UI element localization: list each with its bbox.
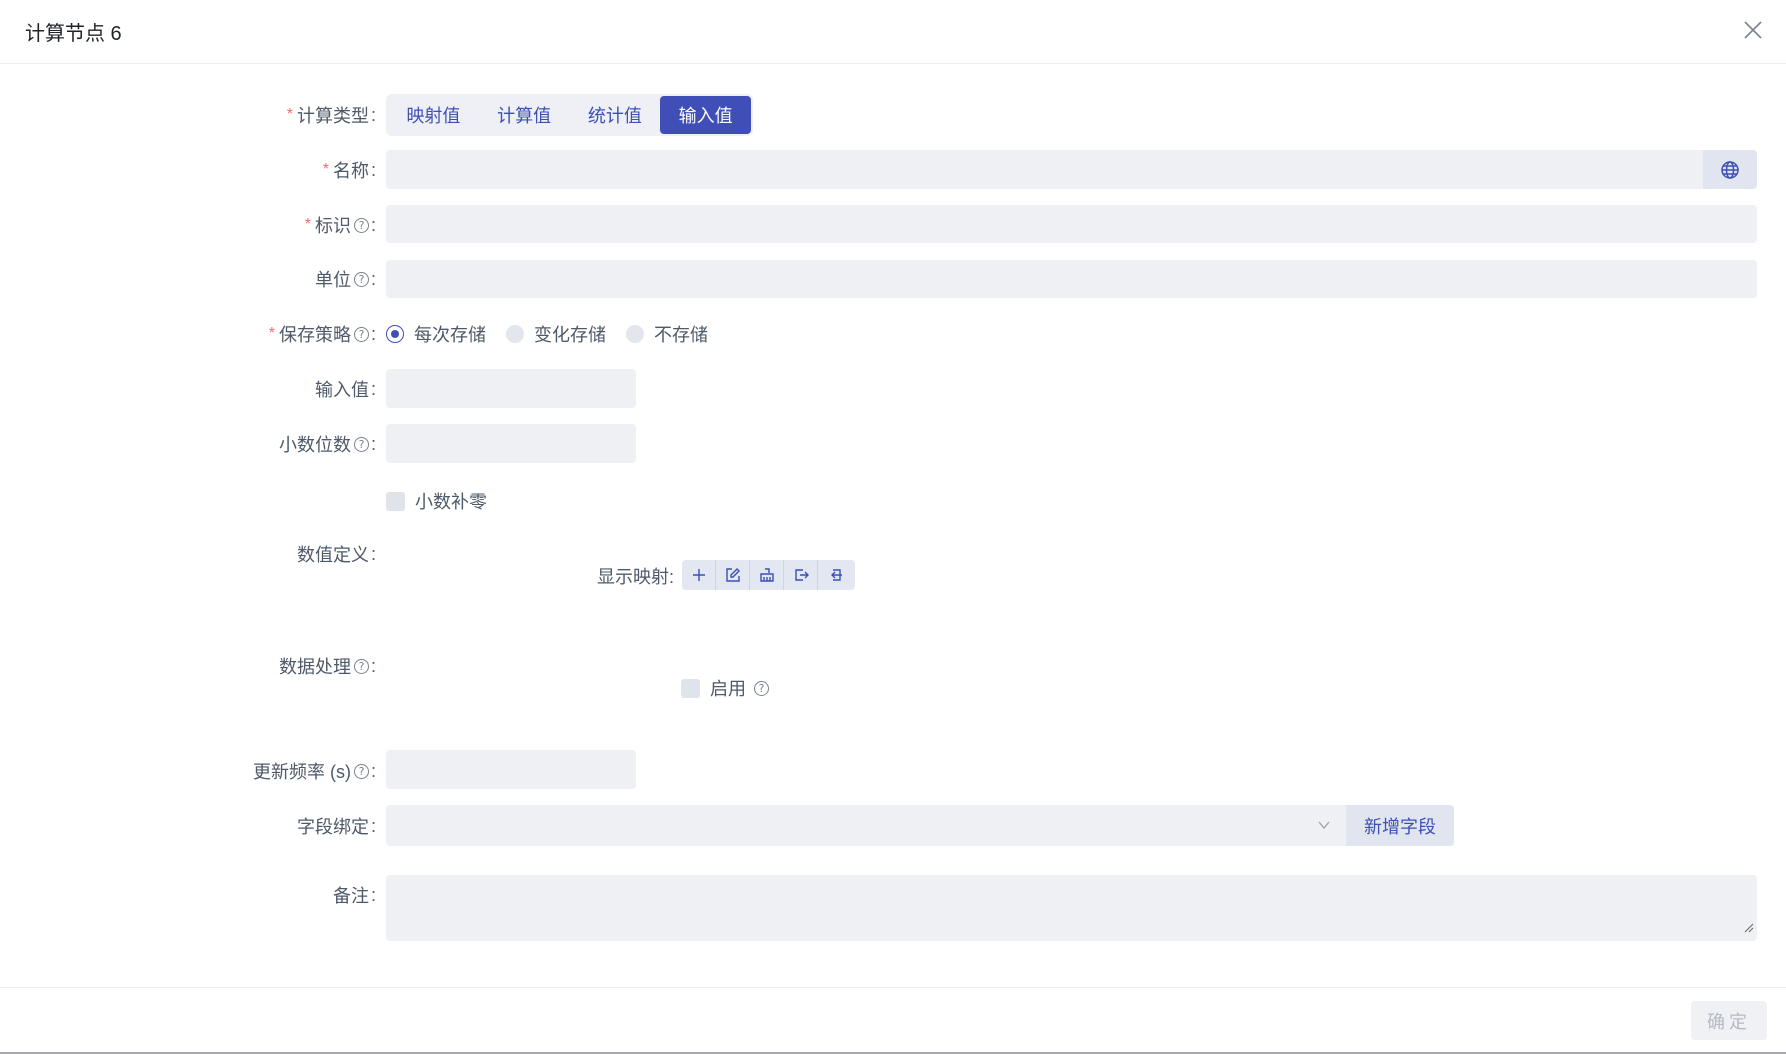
calc-type-segmented: 映射值 计算值 统计值 输入值 [386, 94, 753, 136]
help-icon[interactable]: ? [353, 658, 369, 674]
help-icon[interactable]: ? [754, 680, 769, 696]
help-icon[interactable]: ? [353, 436, 369, 452]
resize-handle-icon[interactable] [1744, 918, 1754, 938]
update-rate-input[interactable] [386, 750, 636, 789]
field-binding-label: 字段绑定: [296, 815, 376, 838]
add-field-button[interactable]: 新增字段 [1346, 805, 1454, 846]
import-icon[interactable] [818, 560, 852, 590]
value-def-label: 数值定义: [296, 543, 376, 566]
remark-label: 备注: [332, 884, 376, 907]
clear-icon[interactable] [750, 560, 784, 590]
help-icon[interactable]: ? [353, 326, 369, 342]
unit-label: 单位?: [314, 268, 376, 291]
calc-type-mapping[interactable]: 映射值 [388, 96, 479, 134]
edit-icon[interactable] [716, 560, 750, 590]
save-strategy-label: * 保存策略?: [268, 323, 376, 346]
save-strategy-radios: 每次存储 变化存储 不存储 [386, 322, 728, 346]
identifier-input[interactable] [386, 205, 1757, 243]
radio-on-change[interactable]: 变化存储 [506, 321, 606, 347]
radio-no-store[interactable]: 不存储 [626, 321, 708, 347]
chevron-down-icon [1316, 817, 1332, 838]
help-icon[interactable]: ? [353, 271, 369, 287]
help-icon[interactable]: ? [353, 217, 369, 233]
dialog-title: 计算节点 6 [25, 23, 122, 45]
field-binding-select[interactable] [386, 805, 1346, 846]
calc-type-input[interactable]: 输入值 [660, 96, 751, 134]
close-icon[interactable] [1741, 18, 1765, 42]
plus-icon[interactable] [682, 560, 716, 590]
calc-type-calculated[interactable]: 计算值 [479, 96, 570, 134]
calc-type-label: * 计算类型: [286, 104, 376, 127]
identifier-label: * 标识?: [304, 214, 376, 237]
name-label: * 名称: [322, 159, 376, 182]
input-value-input[interactable] [386, 369, 636, 408]
calc-type-statistic[interactable]: 统计值 [570, 96, 661, 134]
decimal-pad-checkbox[interactable]: 小数补零 [386, 488, 487, 514]
confirm-button[interactable]: 确定 [1691, 1001, 1767, 1040]
help-icon[interactable]: ? [353, 763, 369, 779]
unit-input[interactable] [386, 260, 1757, 298]
data-processing-label: 数据处理?: [278, 655, 376, 678]
dialog-header: 计算节点 6 [0, 0, 1786, 64]
display-mapping-label: 显示映射: [597, 567, 675, 587]
remark-textarea[interactable] [386, 875, 1757, 941]
input-value-label: 输入值: [314, 378, 376, 401]
footer-divider [0, 987, 1786, 988]
mapping-toolbar [682, 560, 855, 590]
export-icon[interactable] [784, 560, 818, 590]
update-rate-label: 更新频率 (s)?: [252, 760, 376, 783]
radio-every-time[interactable]: 每次存储 [386, 321, 486, 347]
decimals-label: 小数位数?: [278, 433, 376, 456]
decimals-input[interactable] [386, 424, 636, 463]
name-input[interactable] [386, 150, 1704, 189]
globe-icon[interactable] [1703, 150, 1757, 189]
enable-checkbox[interactable]: 启用? [681, 675, 769, 701]
